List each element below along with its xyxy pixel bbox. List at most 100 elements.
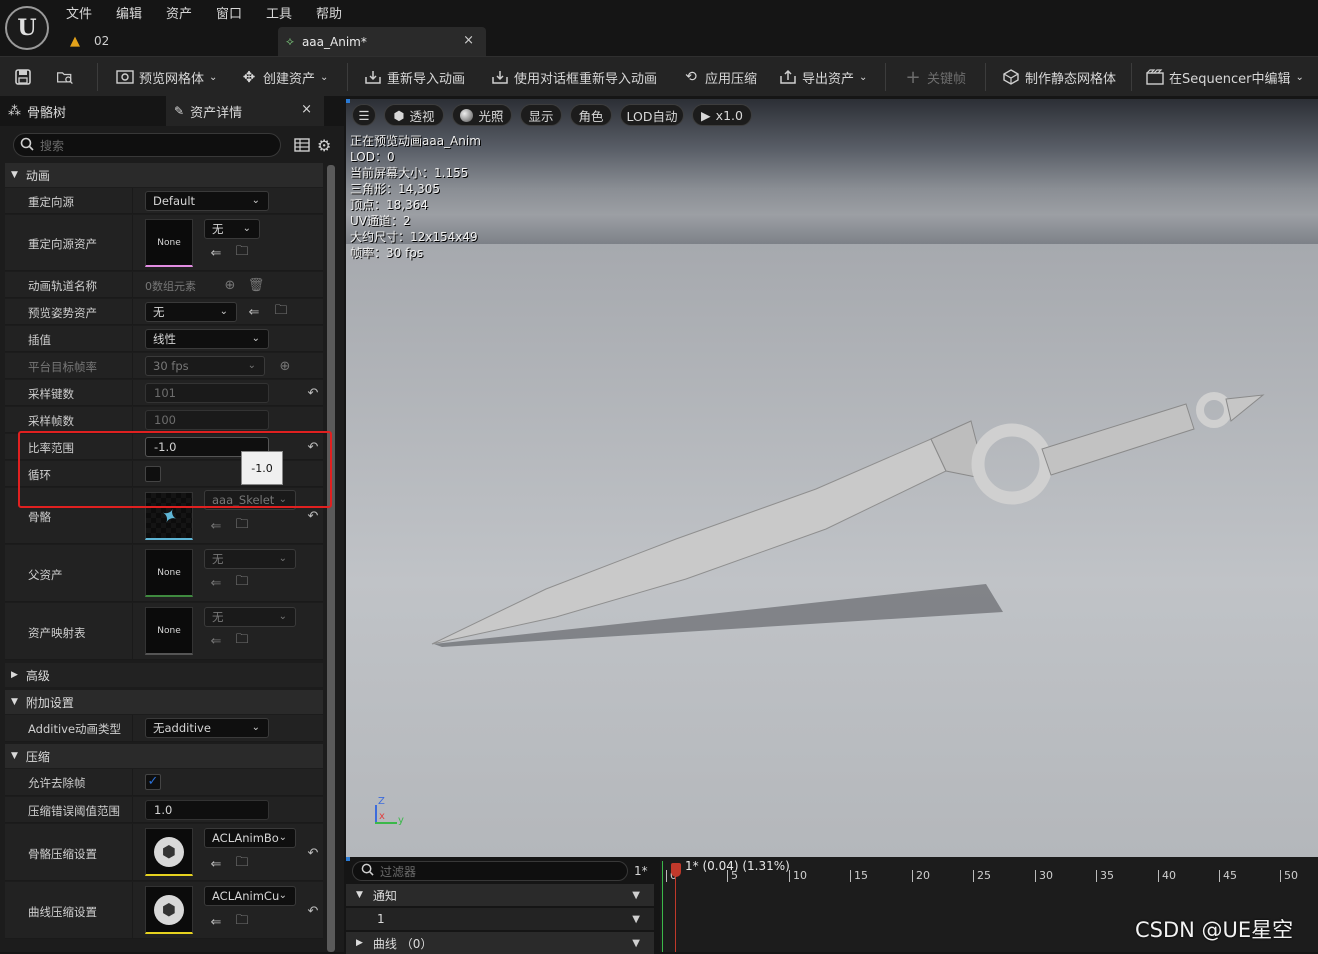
track-curves[interactable]: ▶ 曲线 （0） ▼	[346, 932, 654, 954]
timeline-filter-input[interactable]: 过滤器	[352, 861, 628, 881]
make-static-mesh-button[interactable]: 制作静态网格体	[1002, 65, 1116, 89]
browse-asset-button[interactable]	[56, 65, 74, 89]
section-animation[interactable]: ▼ 动画	[5, 163, 323, 187]
expand-arrow-icon: ▶	[356, 938, 363, 948]
close-tab-icon[interactable]: ×	[463, 33, 474, 48]
reset-to-default-icon[interactable]: ↶	[305, 385, 321, 401]
browse-asset-icon[interactable]: 🗀	[234, 244, 250, 261]
preview-mesh-dropdown[interactable]: 预览网格体 ⌄	[116, 65, 217, 89]
retarget-source-label: 重定向源	[28, 195, 74, 209]
asset-mapping-table-label: 资产映射表	[28, 626, 86, 640]
edit-in-sequencer-dropdown[interactable]: 在Sequencer中编辑 ⌄	[1146, 65, 1304, 89]
row-divider	[132, 824, 133, 880]
sword-mesh-preview	[431, 392, 1265, 647]
tab-asset-details[interactable]: ✎ 资产详情 ×	[166, 96, 324, 126]
menu-help[interactable]: 帮助	[316, 3, 342, 22]
property-row-sampled-keys: 采样键数 101 ↶	[5, 380, 323, 406]
preview-pose-asset-combo[interactable]: 无 ⌄	[145, 302, 237, 322]
reimport-button[interactable]: 重新导入动画	[364, 65, 465, 89]
retarget-source-asset-thumbnail[interactable]: None	[145, 219, 193, 267]
property-row-bone-compression-settings: 骨骼压缩设置 ⬢ ACLAnimBo ⌄ ⇐ 🗀 ↶	[5, 824, 323, 881]
property-row-asset-mapping-table: 资产映射表 None 无 ⌄ ⇐ 🗀	[5, 603, 323, 660]
use-selected-icon[interactable]: ⇐	[208, 245, 224, 261]
menu-window[interactable]: 窗口	[216, 3, 242, 22]
additive-anim-type-combo[interactable]: 无additive ⌄	[145, 718, 269, 738]
use-selected-icon[interactable]: ⇐	[208, 575, 224, 591]
row-divider	[132, 215, 133, 270]
toolbar-separator	[347, 63, 348, 91]
apply-compression-button[interactable]: ⟲ 应用压缩	[682, 65, 757, 89]
preview-viewport[interactable]: ☰ ⬢ 透视 光照 显示 角色 LOD自动 ▶ x1.0 正在预览动画aaa_A…	[346, 99, 1318, 857]
use-selected-icon[interactable]: ⇐	[208, 914, 224, 930]
thumbnail-none-label: None	[157, 237, 181, 248]
curve-compression-thumbnail[interactable]: ⬢	[145, 886, 193, 934]
animation-asset-tab[interactable]: ⟡ aaa_Anim* ×	[278, 27, 486, 56]
row-divider	[132, 545, 133, 601]
playhead-handle[interactable]	[671, 863, 681, 877]
level-tab[interactable]: ▲ 02	[70, 28, 270, 54]
track-notifies[interactable]: ▼ 通知 ▼	[346, 884, 654, 906]
anim-track-names-value: 0数组元素	[145, 280, 196, 293]
browse-asset-icon[interactable]: 🗀	[273, 303, 289, 320]
search-icon	[361, 863, 374, 879]
browse-asset-icon[interactable]: 🗀	[234, 517, 250, 534]
row-divider	[132, 882, 133, 938]
menu-asset[interactable]: 资产	[166, 3, 192, 22]
reset-to-default-icon[interactable]: ↶	[305, 508, 321, 524]
table-view-icon[interactable]	[294, 137, 310, 156]
use-selected-icon[interactable]: ⇐	[208, 633, 224, 649]
compression-error-threshold-input[interactable]: 1.0	[145, 800, 269, 820]
section-additive-settings[interactable]: ▼ 附加设置	[5, 690, 323, 714]
asset-mapping-table-combo[interactable]: 无 ⌄	[204, 607, 296, 627]
section-advanced[interactable]: ▶ 高级	[5, 663, 323, 687]
thumbnail-none-label: None	[157, 567, 181, 578]
add-element-icon[interactable]: ⊕	[222, 277, 238, 293]
scrollbar-thumb[interactable]	[327, 165, 335, 952]
property-row-preview-pose-asset: 预览姿势资产 无 ⌄ ⇐ 🗀	[5, 299, 323, 325]
bone-compression-combo[interactable]: ACLAnimBo ⌄	[204, 828, 296, 848]
browse-folder-icon	[56, 69, 74, 85]
menu-file[interactable]: 文件	[66, 3, 92, 22]
chevron-down-icon: ⌄	[278, 611, 287, 622]
retarget-source-combo[interactable]: Default ⌄	[145, 191, 269, 211]
curve-compression-combo[interactable]: ACLAnimCu ⌄	[204, 886, 296, 906]
menu-tools[interactable]: 工具	[266, 3, 292, 22]
reset-to-default-icon[interactable]: ↶	[305, 903, 321, 919]
ruler-tick: 10	[789, 870, 807, 882]
curve-compression-value: ACLAnimCu	[212, 889, 280, 903]
use-selected-icon[interactable]: ⇐	[208, 518, 224, 534]
reset-to-default-icon[interactable]: ↶	[305, 845, 321, 861]
retarget-source-asset-combo[interactable]: 无 ⌄	[204, 219, 260, 239]
browse-asset-icon[interactable]: 🗀	[234, 574, 250, 591]
create-asset-dropdown[interactable]: ✥ 创建资产 ⌄	[240, 65, 329, 89]
use-selected-icon[interactable]: ⇐	[246, 304, 262, 320]
unreal-logo-icon[interactable]: U	[5, 6, 49, 50]
section-compression[interactable]: ▼ 压缩	[5, 744, 323, 768]
details-search-input[interactable]: 搜索	[13, 133, 281, 157]
allow-frame-stripping-checkbox[interactable]: ✓	[145, 774, 161, 790]
export-asset-dropdown[interactable]: 导出资产 ⌄	[779, 65, 867, 89]
browse-asset-icon[interactable]: 🗀	[234, 855, 250, 872]
settings-gear-icon[interactable]: ⚙	[317, 136, 331, 155]
details-scrollbar[interactable]	[327, 165, 335, 952]
save-button[interactable]	[14, 65, 32, 89]
interpolation-combo[interactable]: 线性 ⌄	[145, 329, 269, 349]
close-tab-icon[interactable]: ×	[301, 102, 312, 117]
reimport-with-dialog-button[interactable]: 使用对话框重新导入动画	[491, 65, 657, 89]
section-additive-label: 附加设置	[25, 695, 74, 710]
trash-icon[interactable]: 🗑	[248, 277, 265, 293]
parent-asset-thumbnail[interactable]: None	[145, 549, 193, 597]
use-selected-icon[interactable]: ⇐	[208, 856, 224, 872]
parent-asset-combo[interactable]: 无 ⌄	[204, 549, 296, 569]
platform-target-fps-combo[interactable]: 30 fps ⌄	[145, 356, 265, 376]
bone-compression-thumbnail[interactable]: ⬢	[145, 828, 193, 876]
ruler-tick: 40	[1158, 870, 1176, 882]
menu-edit[interactable]: 编辑	[116, 3, 142, 22]
keyframe-button[interactable]: + 关键帧	[904, 65, 966, 89]
track-notify-1[interactable]: 1 ▼	[346, 908, 654, 930]
browse-asset-icon[interactable]: 🗀	[234, 913, 250, 930]
browse-asset-icon[interactable]: 🗀	[234, 632, 250, 649]
tab-skeleton-tree[interactable]: ⁂ 骨骼树	[8, 96, 66, 126]
add-element-icon[interactable]: ⊕	[277, 358, 293, 374]
asset-mapping-table-thumbnail[interactable]: None	[145, 607, 193, 655]
